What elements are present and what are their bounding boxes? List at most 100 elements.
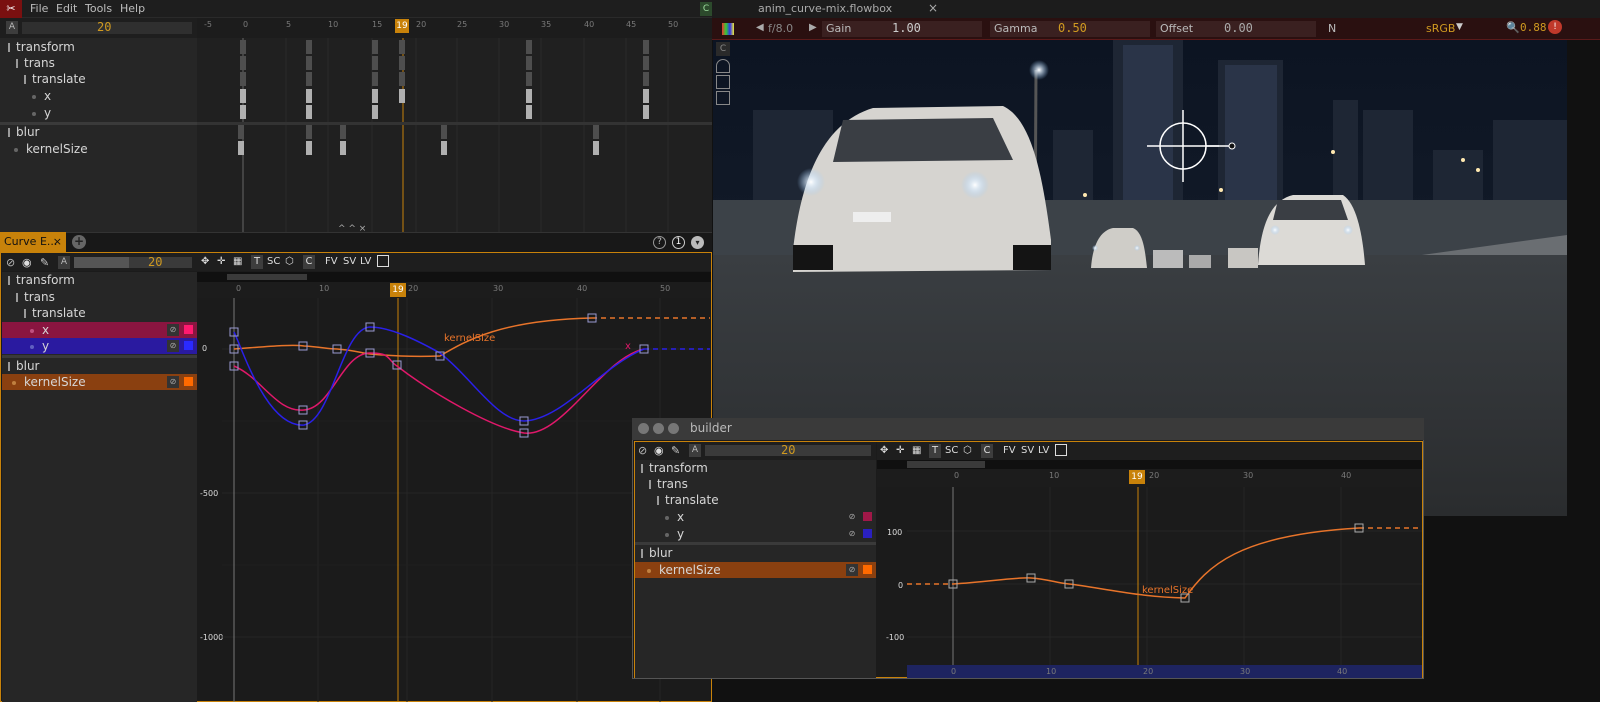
color-swatch[interactable] (184, 341, 193, 350)
minimize-window-icon[interactable] (653, 423, 664, 434)
playhead-marker[interactable]: 19 (395, 19, 409, 33)
dope-row-x[interactable]: x (0, 88, 197, 104)
help-icon[interactable]: ? (653, 236, 666, 249)
ce-row-translate[interactable]: translate (2, 305, 197, 321)
ce-row-y[interactable]: y ⊘ (2, 338, 197, 354)
builder-row-kernelsize[interactable]: kernelSize ⊘ (635, 562, 876, 578)
tool-lv[interactable]: LV (360, 255, 371, 269)
close-window-icon[interactable] (638, 423, 649, 434)
mode-button[interactable]: A (58, 256, 70, 269)
panel-menu-icon[interactable]: ▾ (691, 236, 704, 249)
ce-row-x[interactable]: x ⊘ (2, 322, 197, 338)
menu-tools[interactable]: Tools (85, 2, 112, 15)
frame-view-icon[interactable] (377, 255, 389, 267)
mode-button[interactable]: A (689, 444, 701, 457)
info-icon[interactable]: 1 (672, 236, 685, 249)
visibility-toggle-icon[interactable]: ⊘ (638, 444, 647, 457)
channel-toggle[interactable]: N (1328, 22, 1336, 35)
chevron-down-icon[interactable]: ▼ (1456, 22, 1463, 32)
close-icon[interactable]: × (928, 1, 938, 15)
add-tab-button[interactable]: + (72, 235, 86, 249)
color-swatch[interactable] (863, 565, 872, 574)
move-icon[interactable]: ✥ (880, 444, 888, 458)
visibility-icon[interactable]: ⊘ (167, 324, 179, 336)
prev-icon[interactable]: ◀ (756, 22, 764, 33)
frame-icon[interactable] (716, 75, 730, 89)
tool-sc[interactable]: SC (267, 255, 280, 269)
overlay-icon[interactable] (716, 59, 730, 73)
builder-titlebar[interactable]: builder (632, 418, 1424, 440)
close-icon[interactable]: × (53, 232, 62, 252)
pin-icon[interactable]: ✎ (671, 444, 680, 457)
menu-edit[interactable]: Edit (56, 2, 77, 15)
mode-button[interactable]: A (6, 21, 18, 34)
tag-icon[interactable]: ⬡ (285, 255, 294, 269)
builder-row-y[interactable]: y ⊘ (635, 526, 876, 542)
c-tab[interactable]: C (700, 2, 712, 16)
playhead-marker[interactable]: 19 (390, 283, 406, 297)
ce-scrollbar[interactable] (197, 272, 711, 282)
colorspace-select[interactable]: sRGB (1426, 22, 1455, 35)
scroll-thumb[interactable] (227, 274, 307, 280)
tab-curve-editor[interactable]: Curve E... × (0, 232, 66, 252)
builder-row-translate[interactable]: translate (635, 492, 876, 508)
builder-graph[interactable] (907, 487, 1422, 665)
dope-row-y[interactable]: y (0, 105, 197, 121)
tool-fv[interactable]: FV (325, 255, 338, 269)
tool-sc[interactable]: SC (945, 444, 958, 458)
scroll-thumb[interactable] (907, 461, 985, 468)
next-icon[interactable]: ▶ (809, 22, 817, 33)
ce-row-kernelsize[interactable]: kernelSize ⊘ (2, 374, 197, 390)
tool-sv[interactable]: SV (1021, 444, 1034, 458)
visibility-icon[interactable]: ⊘ (846, 564, 858, 576)
keys-icon[interactable]: ▦ (233, 255, 242, 269)
region-icon[interactable] (716, 91, 730, 105)
visibility-icon[interactable]: ⊘ (846, 511, 858, 523)
tag-icon[interactable]: ⬡ (963, 444, 972, 458)
color-swatch[interactable] (863, 529, 872, 538)
tool-lv[interactable]: LV (1038, 444, 1049, 458)
dope-row-kernelsize[interactable]: kernelSize (0, 141, 197, 157)
ce-row-transform[interactable]: transform (2, 272, 197, 288)
builder-row-x[interactable]: x ⊘ (635, 509, 876, 525)
dope-row-translate[interactable]: translate (0, 71, 197, 87)
dope-row-trans[interactable]: trans (0, 55, 197, 71)
visibility-icon[interactable]: ⊘ (167, 376, 179, 388)
move-icon[interactable]: ✥ (201, 255, 209, 269)
builder-row-transform[interactable]: transform (635, 460, 876, 476)
ce-ruler[interactable]: 0 10 20 30 40 50 19 (197, 282, 711, 298)
eye-icon[interactable]: ◉ (654, 444, 664, 457)
ce-row-blur[interactable]: blur (2, 358, 197, 374)
dope-row-transform[interactable]: transform (0, 39, 197, 55)
dope-row-blur[interactable]: blur (0, 124, 197, 140)
tool-t[interactable]: T (929, 444, 941, 458)
dope-ruler[interactable]: -5 0 5 10 15 20 25 30 35 40 45 50 19 (197, 18, 712, 38)
color-swatch[interactable] (863, 512, 872, 521)
side-button-c[interactable]: C (716, 42, 730, 56)
zoom-icon[interactable]: 🔍 (1506, 21, 1520, 34)
scale-icon[interactable]: ✛ (896, 444, 904, 458)
frame-view-icon[interactable] (1055, 444, 1067, 456)
color-swatch[interactable] (184, 377, 193, 386)
menu-file[interactable]: File (30, 2, 48, 15)
builder-scrollbar[interactable] (877, 460, 1422, 469)
maximize-window-icon[interactable] (668, 423, 679, 434)
alert-icon[interactable]: ! (1548, 20, 1562, 34)
menu-help[interactable]: Help (120, 2, 145, 15)
flowbox-logo-icon[interactable]: ✂ (0, 0, 22, 18)
visibility-icon[interactable]: ⊘ (846, 528, 858, 540)
ce-row-trans[interactable]: trans (2, 289, 197, 305)
color-swatch[interactable] (184, 325, 193, 334)
tool-fv[interactable]: FV (1003, 444, 1016, 458)
viewer-tab-title[interactable]: anim_curve-mix.flowbox (758, 2, 892, 15)
scale-icon[interactable]: ✛ (217, 255, 225, 269)
builder-row-trans[interactable]: trans (635, 476, 876, 492)
eye-icon[interactable]: ◉ (22, 256, 32, 269)
color-channels-icon[interactable] (722, 23, 734, 35)
pin-icon[interactable]: ✎ (40, 256, 49, 269)
visibility-icon[interactable]: ⊘ (167, 340, 179, 352)
dope-keyframe-area[interactable] (197, 38, 712, 232)
keys-icon[interactable]: ▦ (912, 444, 921, 458)
visibility-toggle-icon[interactable]: ⊘ (6, 256, 15, 269)
builder-ruler[interactable]: 0 10 20 30 40 19 (877, 469, 1422, 487)
